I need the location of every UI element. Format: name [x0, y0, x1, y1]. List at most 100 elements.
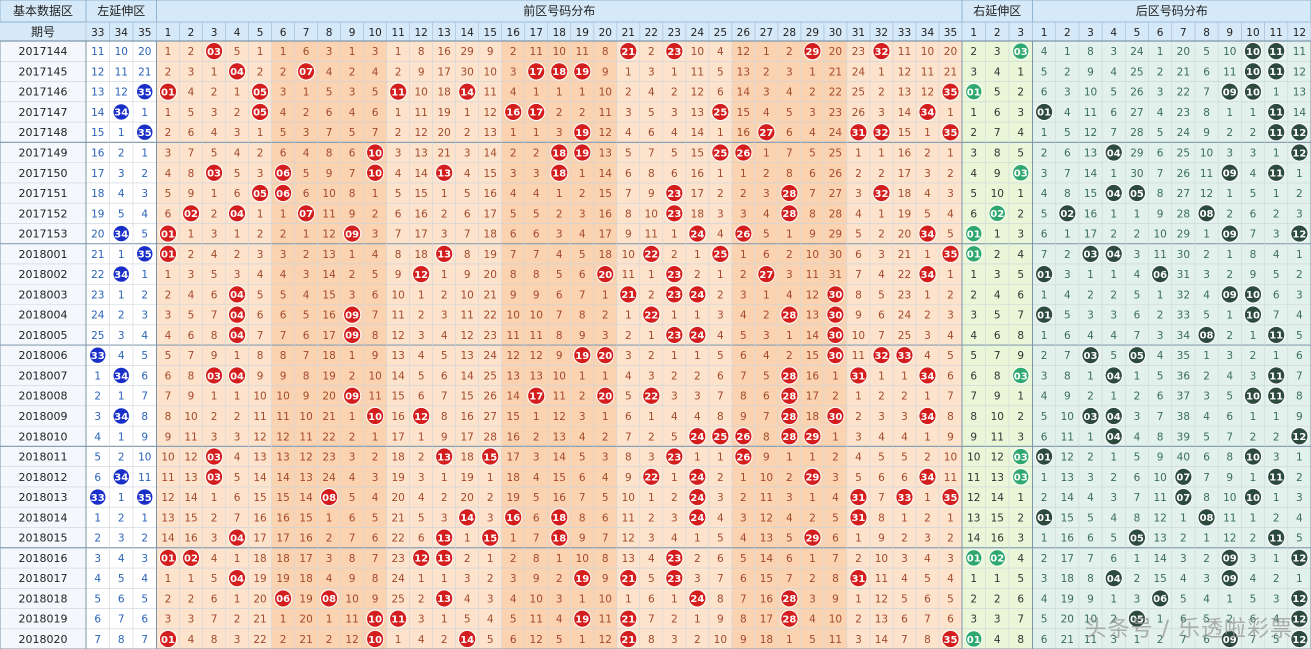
front-miss-count: 14 [737, 87, 751, 99]
right-ext-cell: 1 [1017, 188, 1024, 200]
front-miss-count: 2 [188, 593, 195, 605]
front-miss-count: 1 [878, 208, 885, 220]
front-miss-count: 3 [234, 127, 241, 139]
front-miss-count: 10 [553, 46, 566, 58]
front-ball-label: 28 [782, 594, 796, 605]
front-miss-count: 3 [924, 168, 931, 180]
front-miss-count: 23 [484, 330, 497, 342]
front-miss-count: 19 [484, 249, 497, 261]
front-miss-count: 7 [579, 289, 586, 301]
lottery-trend-chart: 基本数据区 左延伸区 前区号码分布 右延伸区 后区号码分布 期号 33 34 35 1 2 3 4 5 6 7… [0, 0, 1311, 649]
front-miss-count: 14 [760, 553, 774, 565]
back-miss-count: 11 [1223, 66, 1236, 78]
front-miss-count: 3 [671, 634, 678, 646]
front-miss-count: 7 [326, 127, 333, 139]
front-miss-count: 1 [901, 370, 908, 382]
front-miss-count: 4 [763, 350, 770, 362]
front-miss-count: 4 [556, 614, 563, 626]
front-miss-count: 3 [234, 634, 241, 646]
back-miss-count: 2 [1226, 208, 1233, 220]
front-miss-count: 16 [507, 431, 521, 443]
front-miss-count: 9 [372, 593, 379, 605]
front-miss-count: 3 [349, 87, 356, 99]
back-ball-label: 11 [1269, 473, 1283, 484]
back-miss-count: 5 [1273, 269, 1280, 281]
back-miss-count: 4 [1250, 573, 1257, 585]
front-miss-count: 3 [418, 472, 425, 484]
back-miss-count: 1 [1273, 87, 1280, 99]
back-ball-label: 04 [1107, 148, 1121, 159]
front-miss-count: 8 [533, 553, 540, 565]
front-miss-count: 5 [234, 168, 241, 180]
front-miss-count: 5 [717, 350, 724, 362]
period-cell: 2018012 [19, 471, 68, 484]
period-cell: 2017146 [19, 86, 68, 99]
front-miss-count: 3 [602, 330, 609, 342]
front-miss-count: 11 [553, 391, 566, 403]
front-miss-count: 1 [786, 229, 793, 241]
period-cell: 2018010 [19, 430, 68, 443]
front-col-label: 29 [806, 27, 819, 39]
front-miss-count: 7 [625, 431, 632, 443]
front-miss-count: 2 [579, 391, 586, 403]
front-miss-count: 1 [924, 127, 931, 139]
back-miss-count: 21 [1177, 66, 1190, 78]
front-miss-count: 4 [694, 411, 701, 423]
back-miss-count: 29 [1177, 229, 1190, 241]
front-miss-count: 8 [533, 269, 540, 281]
front-miss-count: 8 [717, 593, 724, 605]
back-miss-count: 5 [1087, 512, 1094, 524]
left-ext-cell: 9 [141, 431, 148, 443]
front-miss-count: 1 [717, 127, 724, 139]
right-ext-cell: 6 [970, 370, 977, 382]
front-miss-count: 1 [648, 411, 655, 423]
back-miss-count: 2 [1064, 66, 1071, 78]
back-miss-count: 2 [1134, 573, 1141, 585]
back-miss-count: 2 [1226, 330, 1233, 342]
back-miss-count: 29 [1130, 147, 1143, 159]
front-miss-count: 2 [211, 87, 218, 99]
front-ball-label: 25 [713, 432, 727, 443]
period-cell: 2018013 [19, 491, 68, 504]
front-miss-count: 4 [878, 431, 885, 443]
back-ball-label: 10 [1246, 310, 1260, 321]
front-miss-count: 11 [622, 512, 635, 524]
back-ball-label: 10 [1246, 290, 1260, 301]
right-ext-cell: 8 [1017, 634, 1024, 646]
front-miss-count: 10 [276, 391, 289, 403]
front-miss-count: 4 [924, 553, 931, 565]
front-miss-count: 1 [303, 229, 310, 241]
front-miss-count: 14 [898, 107, 912, 119]
right-ext-cell: 5 [994, 310, 1001, 322]
front-miss-count: 4 [947, 208, 954, 220]
front-ball-label: 06 [276, 169, 290, 180]
front-miss-count: 9 [349, 573, 356, 585]
right-ext-cell: 9 [994, 391, 1001, 403]
front-miss-count: 6 [625, 168, 632, 180]
back-miss-count: 11 [1084, 107, 1097, 119]
front-miss-count: 5 [786, 533, 793, 545]
front-miss-count: 1 [533, 411, 540, 423]
back-ball-label: 09 [1223, 554, 1237, 565]
right-ext-col-label: 1 [970, 27, 977, 39]
front-miss-count: 3 [786, 269, 793, 281]
front-miss-count: 9 [188, 188, 195, 200]
front-col-label: 12 [414, 27, 427, 39]
front-miss-count: 11 [345, 614, 358, 626]
front-miss-count: 1 [510, 533, 517, 545]
back-miss-count: 1 [1250, 411, 1257, 423]
front-miss-count: 2 [418, 310, 425, 322]
front-miss-count: 4 [510, 87, 517, 99]
front-miss-count: 6 [533, 229, 540, 241]
front-miss-count: 5 [648, 573, 655, 585]
front-miss-count: 1 [234, 87, 241, 99]
back-miss-count: 2 [1273, 512, 1280, 524]
front-miss-count: 6 [671, 168, 678, 180]
front-miss-count: 8 [280, 350, 287, 362]
front-miss-count: 16 [806, 370, 820, 382]
left-ext-cell: 20 [138, 46, 151, 58]
front-miss-count: 4 [418, 492, 425, 504]
front-miss-count: 7 [165, 391, 172, 403]
front-miss-count: 11 [622, 269, 635, 281]
right-ext-cell: 5 [1017, 147, 1024, 159]
